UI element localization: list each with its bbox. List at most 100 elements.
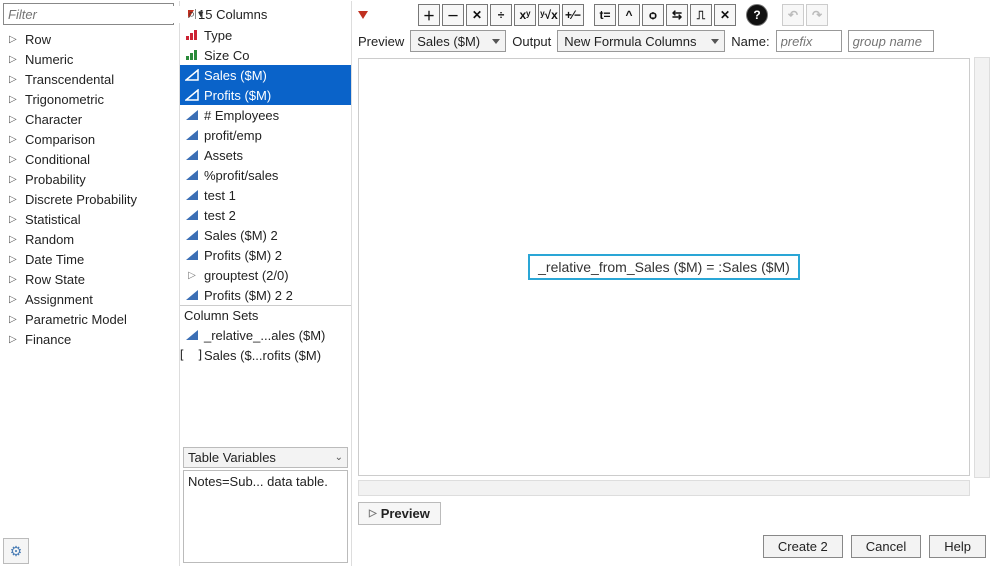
filter-box[interactable]: ⌕ ▼: [3, 3, 174, 25]
help-icon[interactable]: ?: [746, 4, 768, 26]
table-variables-dropdown[interactable]: Table Variables ⌄: [183, 447, 348, 468]
category-item[interactable]: ▷Row: [9, 29, 178, 49]
root-button[interactable]: ʸ√x: [538, 4, 560, 26]
category-item[interactable]: ▷Character: [9, 109, 178, 129]
disclosure-right-icon: ▷: [9, 334, 21, 345]
formula-expression[interactable]: _relative_from_Sales ($M) = :Sales ($M): [528, 254, 800, 280]
disclosure-right-icon: ▷: [9, 234, 21, 245]
notes-box: Notes=Sub... data table.: [183, 470, 348, 563]
tri-blue-open-icon: [184, 88, 200, 102]
peek-button[interactable]: ^: [618, 4, 640, 26]
category-item[interactable]: ▷Transcendental: [9, 69, 178, 89]
category-item[interactable]: ▷Date Time: [9, 249, 178, 269]
horizontal-scrollbar[interactable]: [358, 480, 970, 496]
panel-menu-icon[interactable]: [358, 6, 372, 21]
columns-header[interactable]: 15 Columns: [180, 3, 351, 25]
column-item[interactable]: Profits ($M) 2 2: [180, 285, 351, 305]
function-category-panel: ⌕ ▼ ▷Row▷Numeric▷Transcendental▷Trigonom…: [1, 1, 179, 566]
search-icon[interactable]: ⌕: [188, 6, 195, 22]
column-item[interactable]: Sales ($M) 2: [180, 225, 351, 245]
tri-blue-icon: [184, 188, 200, 202]
undo-button[interactable]: ↶: [782, 4, 804, 26]
subtract-button[interactable]: －: [442, 4, 464, 26]
category-item[interactable]: ▷Assignment: [9, 289, 178, 309]
disclosure-right-icon: ▷: [9, 74, 21, 85]
plusminus-button[interactable]: +⁄−: [562, 4, 584, 26]
column-label: Size Co: [204, 48, 250, 63]
column-item[interactable]: Type: [180, 25, 351, 45]
add-button[interactable]: ＋: [418, 4, 440, 26]
help-button[interactable]: Help: [929, 535, 986, 558]
tri-blue-icon: [184, 108, 200, 122]
disclosure-right-icon: ▷: [9, 34, 21, 45]
preview-dropdown[interactable]: Sales ($M): [410, 30, 506, 52]
divide-button[interactable]: ÷: [490, 4, 512, 26]
swap-button[interactable]: ⇆: [666, 4, 688, 26]
name-prefix-input[interactable]: [776, 30, 842, 52]
column-label: # Employees: [204, 108, 279, 123]
redo-button[interactable]: ↷: [806, 4, 828, 26]
assign-button[interactable]: t=: [594, 4, 616, 26]
column-item[interactable]: Profits ($M): [180, 85, 351, 105]
output-dropdown[interactable]: New Formula Columns: [557, 30, 725, 52]
column-sets-list: _relative_...ales ($M) [ ] Sales ($...rofi…: [180, 325, 351, 445]
disclosure-right-icon: ▷: [9, 94, 21, 105]
tri-blue-icon: [184, 128, 200, 142]
column-item[interactable]: %profit/sales: [180, 165, 351, 185]
group-name-input[interactable]: [848, 30, 934, 52]
category-item[interactable]: ▷Probability: [9, 169, 178, 189]
column-sets-header: Column Sets: [180, 306, 351, 325]
delete-button[interactable]: ✕: [714, 4, 736, 26]
column-item[interactable]: Assets: [180, 145, 351, 165]
filter-input[interactable]: [4, 6, 188, 23]
gear-icon[interactable]: ⚙: [3, 538, 29, 564]
vertical-scrollbar[interactable]: [974, 57, 990, 478]
category-item[interactable]: ▷Discrete Probability: [9, 189, 178, 209]
cancel-button[interactable]: Cancel: [851, 535, 921, 558]
column-list: Type Size Co Sales ($M) Profits ($M) # Emplo…: [180, 25, 351, 306]
formula-canvas[interactable]: _relative_from_Sales ($M) = :Sales ($M): [358, 58, 970, 476]
category-item[interactable]: ▷Conditional: [9, 149, 178, 169]
preview-section-toggle[interactable]: ▷ Preview: [358, 502, 441, 525]
column-set-item[interactable]: _relative_...ales ($M): [180, 325, 351, 345]
column-item[interactable]: test 1: [180, 185, 351, 205]
category-item[interactable]: ▷Numeric: [9, 49, 178, 69]
name-label: Name:: [731, 34, 769, 49]
table-variables-label: Table Variables: [188, 450, 276, 465]
column-label: test 2: [204, 208, 236, 223]
tri-blue-icon: [184, 168, 200, 182]
loop-button[interactable]: ѻ: [642, 4, 664, 26]
category-item[interactable]: ▷Statistical: [9, 209, 178, 229]
column-item[interactable]: profit/emp: [180, 125, 351, 145]
column-item[interactable]: Profits ($M) 2: [180, 245, 351, 265]
column-item[interactable]: Sales ($M): [180, 65, 351, 85]
brackets-icon: [ ]: [184, 348, 200, 362]
category-item[interactable]: ▷Trigonometric: [9, 89, 178, 109]
column-label: Sales ($M): [204, 68, 267, 83]
filter-dropdown-icon[interactable]: ▼: [195, 9, 205, 19]
bars-red-icon: [184, 28, 200, 42]
create-button[interactable]: Create 2: [763, 535, 843, 558]
column-item[interactable]: Size Co: [180, 45, 351, 65]
multiply-button[interactable]: ✕: [466, 4, 488, 26]
column-label: Sales ($M) 2: [204, 228, 278, 243]
category-item[interactable]: ▷Comparison: [9, 129, 178, 149]
category-item[interactable]: ▷Parametric Model: [9, 309, 178, 329]
column-item[interactable]: # Employees: [180, 105, 351, 125]
column-item[interactable]: test 2: [180, 205, 351, 225]
options-row: Preview Sales ($M) Output New Formula Co…: [352, 28, 996, 58]
disclosure-right-icon: ▷: [9, 254, 21, 265]
disclosure-right-icon: ▷: [9, 54, 21, 65]
column-item[interactable]: ▷grouptest (2/0): [180, 265, 351, 285]
category-item[interactable]: ▷Random: [9, 229, 178, 249]
column-set-label: Sales ($...rofits ($M): [204, 348, 321, 363]
dialog-buttons: Create 2 Cancel Help: [352, 531, 996, 566]
column-set-item[interactable]: [ ] Sales ($...rofits ($M): [180, 345, 351, 365]
power-button[interactable]: xʸ: [514, 4, 536, 26]
category-item[interactable]: ▷Row State: [9, 269, 178, 289]
category-item[interactable]: ▷Finance: [9, 329, 178, 349]
column-label: Assets: [204, 148, 243, 163]
disclosure-right-icon: ▷: [9, 214, 21, 225]
anchor-button[interactable]: ⎍: [690, 4, 712, 26]
disclosure-right-icon: ▷: [9, 314, 21, 325]
